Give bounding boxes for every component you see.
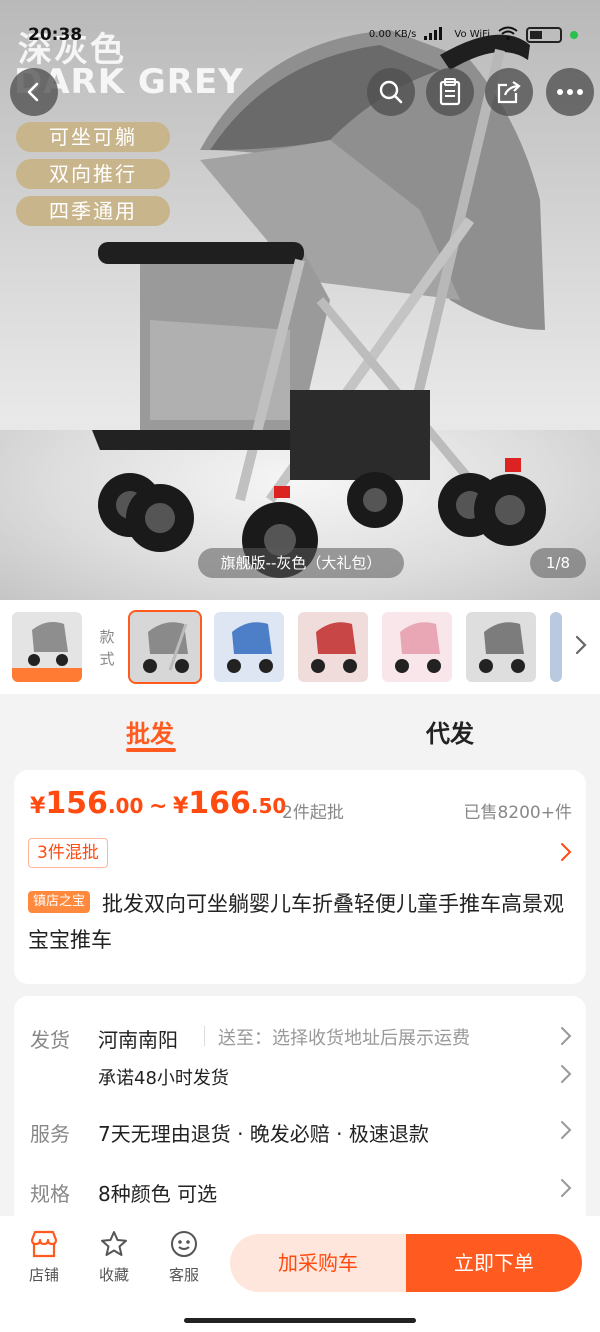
divider — [204, 1026, 205, 1046]
signal-icon — [424, 26, 446, 43]
currency-symbol: ¥ — [30, 794, 46, 819]
battery-icon — [526, 26, 562, 43]
home-indicator[interactable] — [184, 1318, 416, 1323]
star-icon — [84, 1228, 144, 1260]
info-card: 发货 河南南阳 送至：选择收货地址后展示运费 承诺48小时发货 服务 7天无理由… — [14, 996, 586, 1236]
back-button[interactable] — [10, 68, 58, 116]
customer-service-button[interactable]: 客服 — [154, 1228, 214, 1285]
spec-label: 规格 — [30, 1182, 70, 1206]
favorite-button[interactable]: 收藏 — [84, 1228, 144, 1285]
chevron-right-icon — [561, 1179, 572, 1197]
ship-label: 发货 — [30, 1028, 70, 1052]
product-title: 镇店之宝 批发双向可坐躺婴儿车折叠轻便儿童手推车高景观宝宝推车 — [28, 886, 578, 958]
ship-promise: 承诺48小时发货 — [98, 1068, 229, 1089]
service-text[interactable]: 7天无理由退货 · 晚发必赔 · 极速退款 — [98, 1118, 429, 1147]
thumbnail-partial[interactable] — [550, 612, 562, 682]
share-icon — [497, 81, 521, 104]
add-to-cart-button[interactable]: 加采购车 — [230, 1234, 406, 1292]
thumbnail[interactable] — [382, 612, 452, 682]
stroller-thumb-icon — [479, 622, 525, 673]
stroller-thumb-icon — [12, 622, 82, 682]
price-low-int: 156 — [45, 786, 108, 821]
service-arrow[interactable] — [560, 1120, 572, 1144]
share-button[interactable] — [485, 68, 533, 116]
chat-icon — [154, 1228, 214, 1260]
chevron-right-icon — [561, 843, 572, 861]
chevron-right-icon — [575, 635, 587, 655]
bottom-action-bar: 店铺 收藏 客服 加采购车 立即下单 — [0, 1216, 600, 1332]
more-button[interactable] — [546, 68, 594, 116]
stroller-thumb-icon — [395, 622, 441, 673]
favorite-label: 收藏 — [98, 1266, 129, 1284]
stroller-thumb-icon — [143, 622, 189, 673]
net-speed: 0.00 KB/s — [368, 29, 417, 40]
feature-tag: 双向推行 — [16, 159, 170, 189]
ship-to-arrow[interactable] — [560, 1026, 572, 1050]
shop-label: 店铺 — [28, 1266, 59, 1284]
thumbnail[interactable] — [214, 612, 284, 682]
tab-active-indicator — [126, 748, 176, 752]
price-high-int: 166 — [188, 786, 251, 821]
search-icon — [379, 80, 403, 104]
chevron-right-icon — [561, 1065, 572, 1083]
chevron-right-icon — [561, 1121, 572, 1139]
price-range: ¥156.00 ~ ¥166.50 — [30, 786, 286, 821]
thumbnail[interactable] — [12, 612, 82, 682]
stroller-thumb-icon — [227, 622, 273, 673]
price-card: ¥156.00 ~ ¥166.50 2件起批 已售8200+件 3件混批 镇店之… — [14, 770, 586, 984]
clipboard-icon — [439, 78, 461, 106]
ship-from: 河南南阳 — [98, 1028, 178, 1052]
wifi-icon — [498, 26, 518, 43]
tab-wholesale[interactable]: 批发 — [126, 714, 174, 749]
ship-to[interactable]: 送至：选择收货地址后展示运费 — [218, 1024, 470, 1050]
image-caption: 旗舰版--灰色（大礼包） — [198, 548, 404, 578]
ship-promise-arrow[interactable] — [560, 1064, 572, 1088]
feature-tag: 四季通用 — [16, 196, 170, 226]
customer-service-label: 客服 — [168, 1266, 199, 1284]
shop-icon — [14, 1228, 74, 1260]
thumbnail[interactable] — [298, 612, 368, 682]
privacy-dot-icon — [570, 30, 578, 39]
buy-now-button[interactable]: 立即下单 — [406, 1234, 582, 1292]
stroller-thumb-icon — [311, 622, 357, 673]
mix-batch-tag[interactable]: 3件混批 — [28, 838, 108, 868]
status-time: 20:38 — [28, 25, 83, 45]
clipboard-button[interactable] — [426, 68, 474, 116]
spec-arrow[interactable] — [560, 1178, 572, 1202]
sold-count: 已售8200+件 — [463, 803, 572, 823]
product-image[interactable]: 深灰色 DARK GREY 可坐可躺 双向推行 四季通用 20:38 0.00 … — [0, 0, 600, 600]
thumbnail-selected[interactable] — [128, 610, 202, 684]
tab-dropship[interactable]: 代发 — [426, 714, 474, 749]
more-icon — [557, 89, 583, 95]
style-label: 款式 — [99, 628, 115, 668]
price-separator: ~ — [148, 794, 168, 819]
style-thumbnails: 款式 — [0, 600, 600, 694]
shop-button[interactable]: 店铺 — [14, 1228, 74, 1285]
chevron-right-icon — [561, 1027, 572, 1045]
shop-badge: 镇店之宝 — [28, 891, 91, 913]
mix-batch-arrow[interactable] — [560, 842, 572, 866]
thumbnail[interactable] — [466, 612, 536, 682]
chevron-left-icon — [27, 82, 39, 102]
spec-text[interactable]: 8种颜色 可选 — [98, 1178, 217, 1207]
price-low-dec: .00 — [107, 794, 144, 818]
search-button[interactable] — [367, 68, 415, 116]
thumbnails-next-button[interactable] — [574, 634, 588, 660]
image-counter: 1/8 — [530, 548, 586, 578]
feature-tag: 可坐可躺 — [16, 122, 170, 152]
product-title-text: 批发双向可坐躺婴儿车折叠轻便儿童手推车高景观宝宝推车 — [28, 892, 565, 952]
trade-mode-tabs: 批发 代发 — [0, 694, 600, 768]
currency-symbol: ¥ — [172, 794, 189, 819]
min-batch-text: 2件起批 — [282, 803, 344, 823]
status-bar: 20:38 0.00 KB/s Vo WiFi — [0, 0, 600, 45]
status-indicators: 0.00 KB/s Vo WiFi — [369, 26, 578, 43]
signal-label: Vo WiFi — [454, 29, 490, 40]
service-label: 服务 — [30, 1122, 70, 1146]
